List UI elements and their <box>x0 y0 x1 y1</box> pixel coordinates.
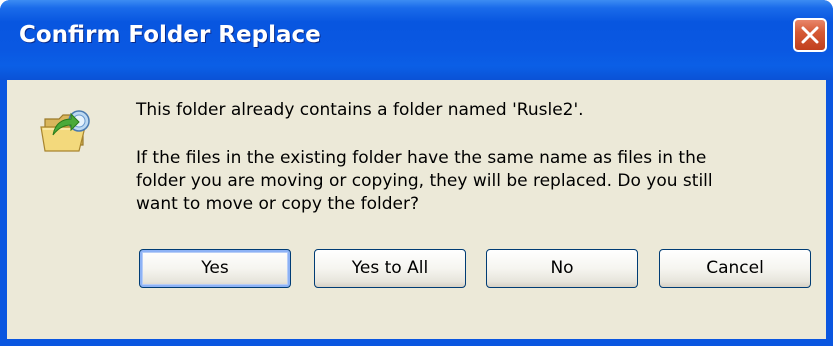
cancel-button[interactable]: Cancel <box>659 249 811 288</box>
yes-button[interactable]: Yes <box>139 249 291 288</box>
message-folder-exists: This folder already contains a folder na… <box>136 100 584 120</box>
dialog-body: This folder already contains a folder na… <box>7 80 826 339</box>
no-button[interactable]: No <box>486 249 638 288</box>
message-replace-warning: If the files in the existing folder have… <box>136 147 713 216</box>
folder-move-icon <box>40 110 90 152</box>
close-icon <box>801 26 819 44</box>
message-line: want to move or copy the folder? <box>136 194 419 214</box>
message-line: If the files in the existing folder have… <box>136 148 707 168</box>
yes-to-all-button[interactable]: Yes to All <box>314 249 466 288</box>
confirm-folder-replace-dialog: Confirm Folder Replace This folder alrea… <box>0 0 833 346</box>
dialog-title: Confirm Folder Replace <box>19 22 321 48</box>
close-button[interactable] <box>793 18 827 52</box>
title-bar[interactable]: Confirm Folder Replace <box>0 0 833 80</box>
message-line: folder you are moving or copying, they w… <box>136 171 713 191</box>
